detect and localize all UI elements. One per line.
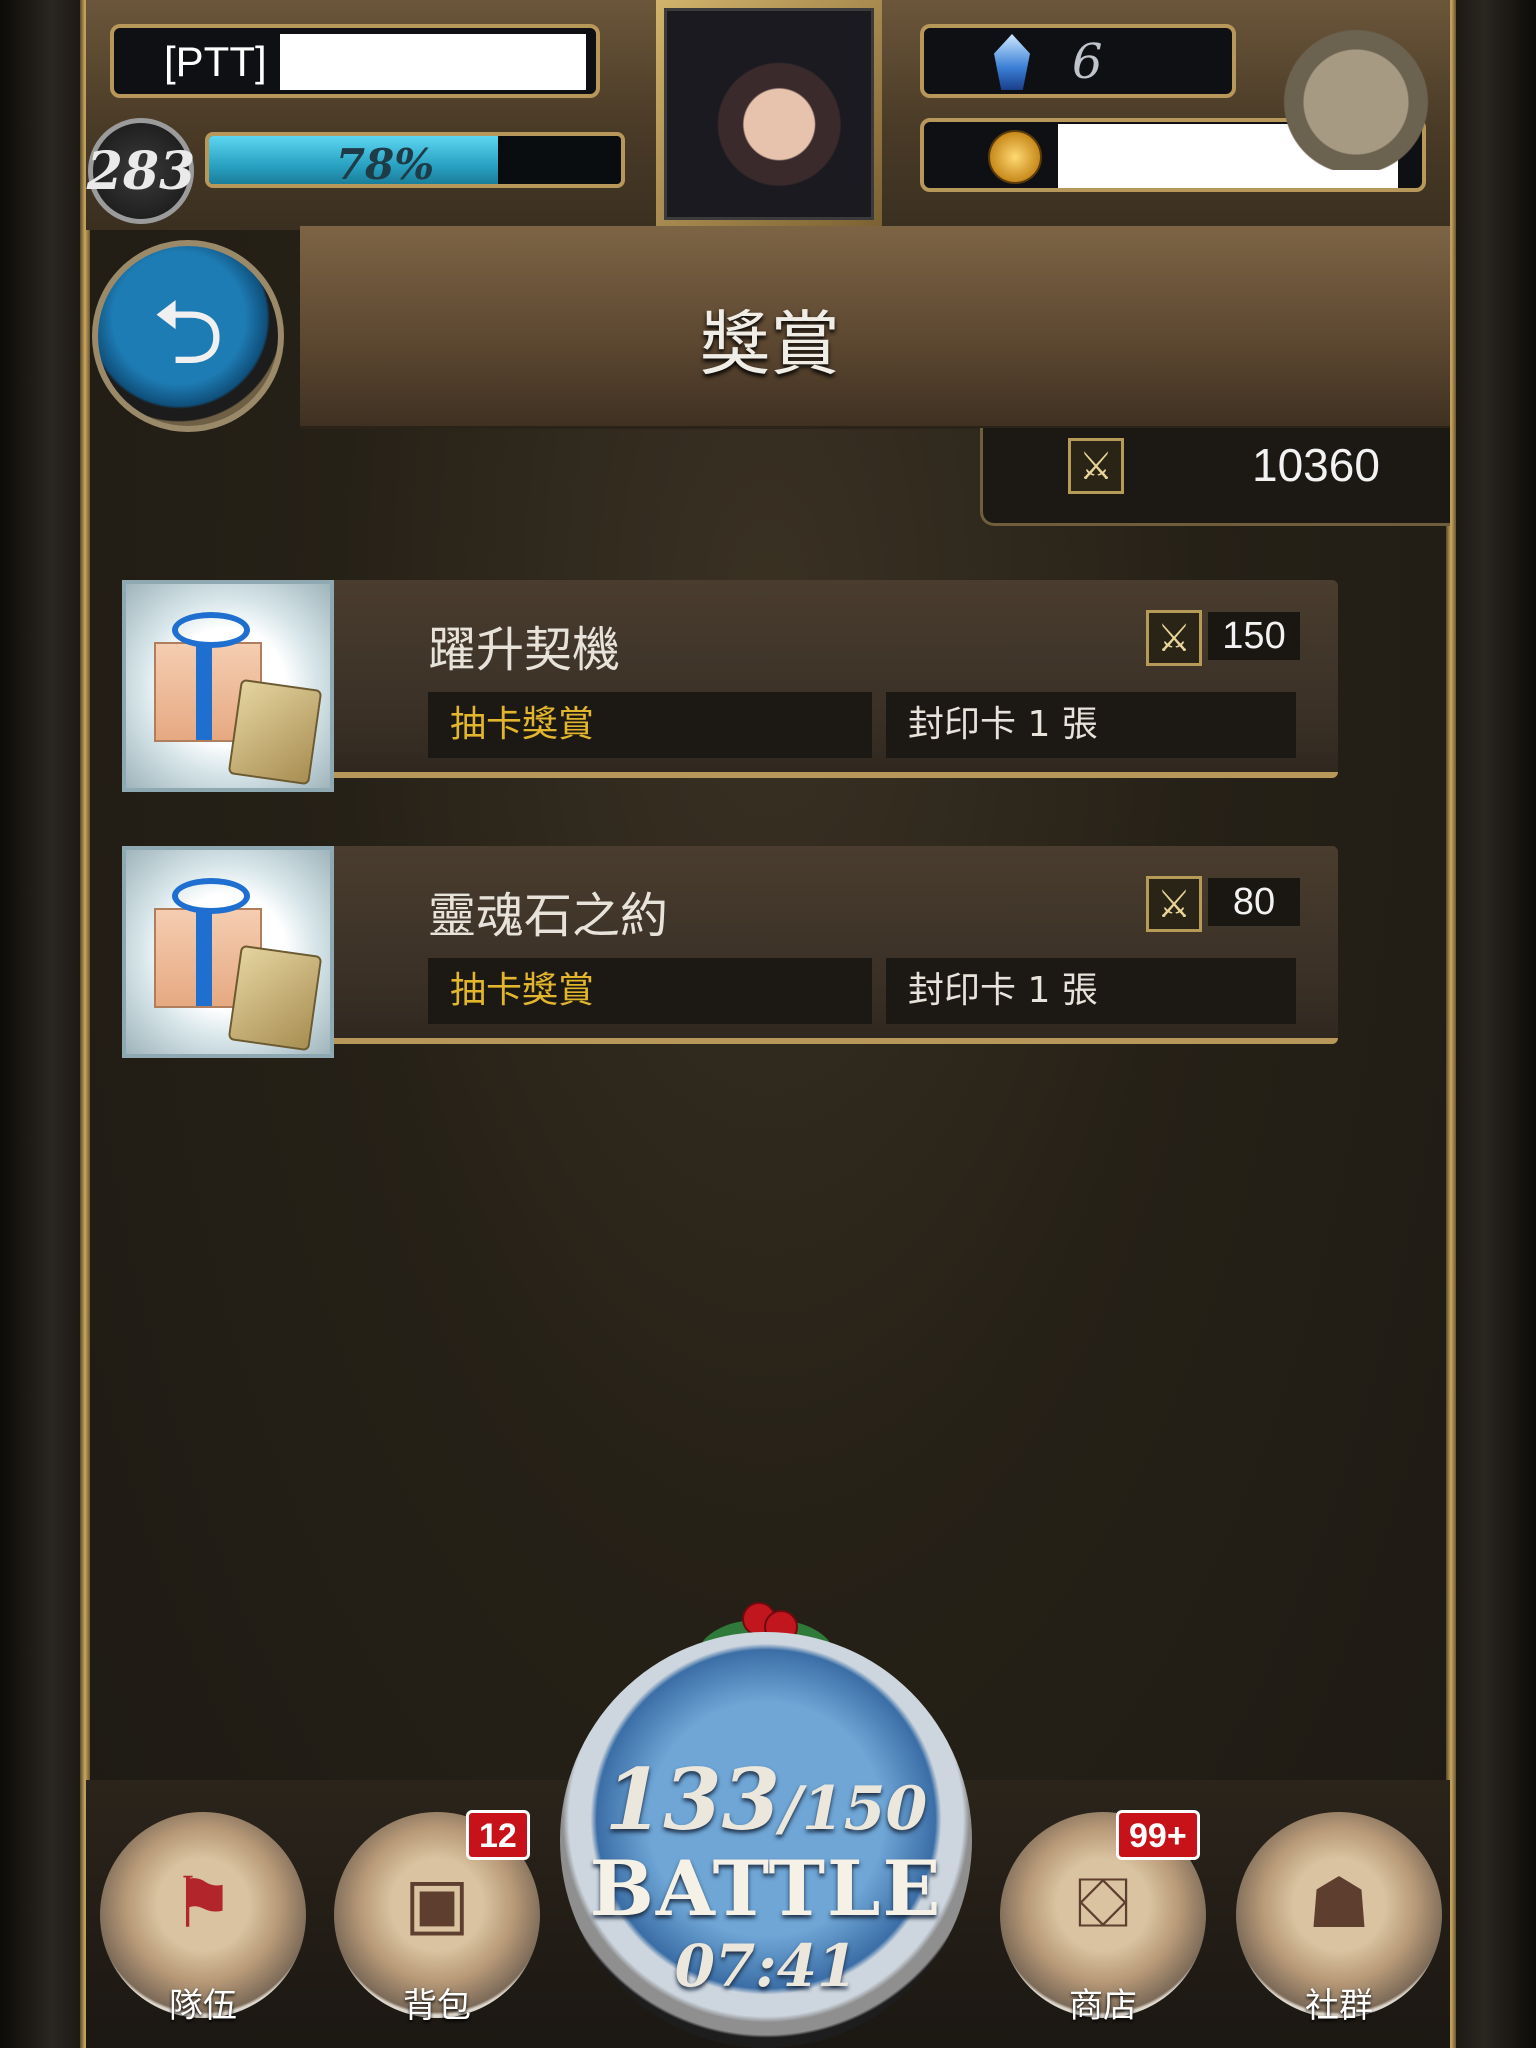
reward-title: 躍升契機 [428,622,621,678]
battle-label: BATTLE [589,1844,943,1933]
ap-recovery-timer: 07:41 [674,1932,858,2000]
player-level: 283 [87,118,195,224]
red-flag-icon: ⚑ [171,1861,235,1944]
player-avatar-frame[interactable] [656,0,882,228]
reward-category: 抽卡獎賞 [428,958,872,1024]
reward-thumbnail [122,846,334,1058]
ap-max: /150 [780,1774,928,1844]
reward-cost: ⚔ 150 [1118,602,1306,666]
header-banner [300,226,1450,429]
exp-percent: 78% [335,140,435,188]
left-border-decoration [0,0,86,2048]
redacted-player-name [280,34,586,90]
reward-detail: 封印卡 1 張 [886,692,1296,758]
crystal-count: 6 [1072,34,1103,90]
reward-card[interactable]: 躍升契機 ⚔ 150 抽卡獎賞 封印卡 1 張 [88,580,1360,792]
back-button[interactable]: ⮌ [92,240,284,432]
people-icon: ☗ [1307,1861,1371,1944]
reward-cost: ⚔ 80 [1118,868,1306,932]
right-border-decoration [1450,0,1536,2048]
ap-current: 133 [604,1750,781,1849]
player-avatar[interactable] [664,8,874,220]
crossed-swords-icon: ⚔ [1146,610,1202,666]
gift-bow [172,612,250,648]
settings-gear-icon[interactable] [1276,0,1436,170]
back-arrow-icon: ⮌ [151,280,225,385]
reward-cost-value: 150 [1208,612,1300,660]
seal-card-icon [227,678,323,786]
battle-ap: 133/150 [560,1750,972,1849]
reward-category: 抽卡獎賞 [428,692,872,758]
shop-notification-badge: 99+ [1116,1810,1200,1860]
player-name-plate: [PTT] [110,24,600,98]
crystal-counter[interactable]: 6 [920,24,1236,98]
crossed-swords-icon: ⚔ [1146,876,1202,932]
reward-cost-value: 80 [1208,878,1300,926]
nav-bag-label: 背包 [403,1986,471,2026]
treasure-chest-icon: ⛋ [1076,1861,1130,1944]
crossed-swords-icon: ⚔ [1068,438,1124,494]
player-name-prefix: [PTT] [164,38,267,85]
battle-button[interactable]: 133/150 BATTLE 07:41 [560,1632,972,2048]
gold-coin-icon [988,130,1042,184]
backpack-icon: ▣ [403,1861,471,1944]
points-value: 10360 [1252,439,1380,491]
bag-notification-badge: 12 [466,1810,530,1860]
page-title: 獎賞 [700,303,840,385]
seal-card-icon [227,944,323,1052]
nav-social-label: 社群 [1305,1986,1373,2026]
nav-shop-label: 商店 [1069,1986,1137,2026]
nav-team-label: 隊伍 [169,1986,237,2026]
reward-card[interactable]: 靈魂石之約 ⚔ 80 抽卡獎賞 封印卡 1 張 [88,846,1360,1058]
reward-title: 靈魂石之約 [428,888,669,944]
reward-detail: 封印卡 1 張 [886,958,1296,1024]
blue-crystal-icon [994,34,1030,90]
reward-thumbnail [122,580,334,792]
gift-bow [172,878,250,914]
exp-bar: 78% [205,132,625,188]
